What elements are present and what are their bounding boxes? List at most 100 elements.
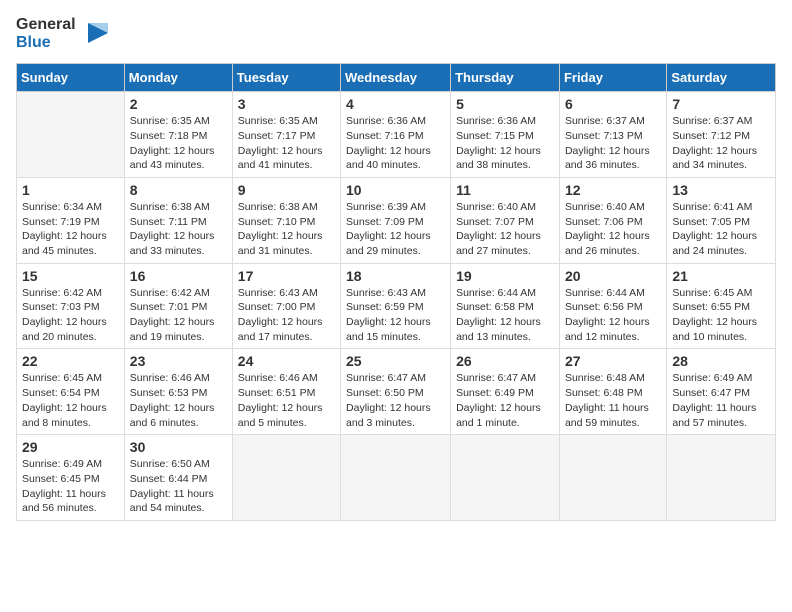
day-number: 30 — [130, 439, 227, 455]
day-info: Sunrise: 6:47 AM Sunset: 6:49 PM Dayligh… — [456, 371, 554, 430]
day-info: Sunrise: 6:42 AM Sunset: 7:03 PM Dayligh… — [22, 286, 119, 345]
calendar-cell: 12 Sunrise: 6:40 AM Sunset: 7:06 PM Dayli… — [559, 177, 666, 263]
day-number: 5 — [456, 96, 554, 112]
calendar-cell: 5 Sunrise: 6:36 AM Sunset: 7:15 PM Daylig… — [451, 92, 560, 178]
day-number: 12 — [565, 182, 661, 198]
day-number: 17 — [238, 268, 335, 284]
day-number: 23 — [130, 353, 227, 369]
day-info: Sunrise: 6:41 AM Sunset: 7:05 PM Dayligh… — [672, 200, 770, 259]
day-info: Sunrise: 6:40 AM Sunset: 7:06 PM Dayligh… — [565, 200, 661, 259]
day-info: Sunrise: 6:37 AM Sunset: 7:13 PM Dayligh… — [565, 114, 661, 173]
day-info: Sunrise: 6:42 AM Sunset: 7:01 PM Dayligh… — [130, 286, 227, 345]
day-number: 29 — [22, 439, 119, 455]
calendar-cell: 20Sunrise: 6:44 AM Sunset: 6:56 PM Dayli… — [559, 263, 666, 349]
column-header-saturday: Saturday — [667, 64, 776, 92]
day-info: Sunrise: 6:34 AM Sunset: 7:19 PM Dayligh… — [22, 200, 119, 259]
day-number: 25 — [346, 353, 445, 369]
calendar-cell: 8 Sunrise: 6:38 AM Sunset: 7:11 PM Daylig… — [124, 177, 232, 263]
day-info: Sunrise: 6:45 AM Sunset: 6:54 PM Dayligh… — [22, 371, 119, 430]
day-number: 18 — [346, 268, 445, 284]
day-number: 3 — [238, 96, 335, 112]
day-info: Sunrise: 6:36 AM Sunset: 7:16 PM Dayligh… — [346, 114, 445, 173]
calendar-cell: 25Sunrise: 6:47 AM Sunset: 6:50 PM Dayli… — [341, 349, 451, 435]
day-number: 11 — [456, 182, 554, 198]
day-number: 9 — [238, 182, 335, 198]
calendar-cell: 6 Sunrise: 6:37 AM Sunset: 7:13 PM Daylig… — [559, 92, 666, 178]
day-number: 1 — [22, 182, 119, 198]
day-number: 15 — [22, 268, 119, 284]
day-number: 2 — [130, 96, 227, 112]
day-number: 28 — [672, 353, 770, 369]
calendar-cell: 26 Sunrise: 6:47 AM Sunset: 6:49 PM Dayli… — [451, 349, 560, 435]
calendar-cell: 11 Sunrise: 6:40 AM Sunset: 7:07 PM Dayli… — [451, 177, 560, 263]
day-info: Sunrise: 6:35 AM Sunset: 7:17 PM Dayligh… — [238, 114, 335, 173]
calendar-cell: 1 Sunrise: 6:34 AM Sunset: 7:19 PM Daylig… — [17, 177, 125, 263]
logo-blue: Blue — [16, 34, 76, 52]
day-number: 16 — [130, 268, 227, 284]
calendar-cell: 23 Sunrise: 6:46 AM Sunset: 6:53 PM Dayli… — [124, 349, 232, 435]
logo-arrow-icon — [80, 19, 110, 49]
calendar-cell: 16 Sunrise: 6:42 AM Sunset: 7:01 PM Dayli… — [124, 263, 232, 349]
day-info: Sunrise: 6:35 AM Sunset: 7:18 PM Dayligh… — [130, 114, 227, 173]
calendar-cell: 22 Sunrise: 6:45 AM Sunset: 6:54 PM Dayli… — [17, 349, 125, 435]
page-header: General Blue — [16, 16, 776, 51]
column-header-friday: Friday — [559, 64, 666, 92]
calendar-cell — [559, 435, 666, 521]
day-number: 13 — [672, 182, 770, 198]
day-info: Sunrise: 6:39 AM Sunset: 7:09 PM Dayligh… — [346, 200, 445, 259]
day-number: 27 — [565, 353, 661, 369]
column-header-wednesday: Wednesday — [341, 64, 451, 92]
day-info: Sunrise: 6:43 AM Sunset: 7:00 PM Dayligh… — [238, 286, 335, 345]
column-header-thursday: Thursday — [451, 64, 560, 92]
day-info: Sunrise: 6:45 AM Sunset: 6:55 PM Dayligh… — [672, 286, 770, 345]
calendar-cell: 24 Sunrise: 6:46 AM Sunset: 6:51 PM Dayli… — [232, 349, 340, 435]
calendar-cell: 28 Sunrise: 6:49 AM Sunset: 6:47 PM Dayli… — [667, 349, 776, 435]
calendar-cell: 10Sunrise: 6:39 AM Sunset: 7:09 PM Dayli… — [341, 177, 451, 263]
day-number: 4 — [346, 96, 445, 112]
calendar-cell: 9 Sunrise: 6:38 AM Sunset: 7:10 PM Daylig… — [232, 177, 340, 263]
day-number: 20 — [565, 268, 661, 284]
calendar-cell: 15 Sunrise: 6:42 AM Sunset: 7:03 PM Dayli… — [17, 263, 125, 349]
day-number: 22 — [22, 353, 119, 369]
calendar-cell — [451, 435, 560, 521]
column-header-sunday: Sunday — [17, 64, 125, 92]
day-info: Sunrise: 6:36 AM Sunset: 7:15 PM Dayligh… — [456, 114, 554, 173]
day-info: Sunrise: 6:49 AM Sunset: 6:47 PM Dayligh… — [672, 371, 770, 430]
day-info: Sunrise: 6:38 AM Sunset: 7:10 PM Dayligh… — [238, 200, 335, 259]
column-header-tuesday: Tuesday — [232, 64, 340, 92]
calendar-cell: 19 Sunrise: 6:44 AM Sunset: 6:58 PM Dayli… — [451, 263, 560, 349]
day-info: Sunrise: 6:44 AM Sunset: 6:58 PM Dayligh… — [456, 286, 554, 345]
day-number: 7 — [672, 96, 770, 112]
day-info: Sunrise: 6:38 AM Sunset: 7:11 PM Dayligh… — [130, 200, 227, 259]
column-header-monday: Monday — [124, 64, 232, 92]
calendar-cell — [667, 435, 776, 521]
calendar-cell: 27 Sunrise: 6:48 AM Sunset: 6:48 PM Dayli… — [559, 349, 666, 435]
day-info: Sunrise: 6:48 AM Sunset: 6:48 PM Dayligh… — [565, 371, 661, 430]
logo-general: General — [16, 16, 76, 34]
day-info: Sunrise: 6:40 AM Sunset: 7:07 PM Dayligh… — [456, 200, 554, 259]
day-number: 19 — [456, 268, 554, 284]
day-number: 8 — [130, 182, 227, 198]
calendar-cell: 4 Sunrise: 6:36 AM Sunset: 7:16 PM Daylig… — [341, 92, 451, 178]
day-info: Sunrise: 6:50 AM Sunset: 6:44 PM Dayligh… — [130, 457, 227, 516]
day-info: Sunrise: 6:43 AM Sunset: 6:59 PM Dayligh… — [346, 286, 445, 345]
day-number: 6 — [565, 96, 661, 112]
calendar-table: SundayMondayTuesdayWednesdayThursdayFrid… — [16, 63, 776, 521]
calendar-cell: 3 Sunrise: 6:35 AM Sunset: 7:17 PM Daylig… — [232, 92, 340, 178]
calendar-cell: 17 Sunrise: 6:43 AM Sunset: 7:00 PM Dayli… — [232, 263, 340, 349]
day-info: Sunrise: 6:46 AM Sunset: 6:51 PM Dayligh… — [238, 371, 335, 430]
calendar-cell: 13 Sunrise: 6:41 AM Sunset: 7:05 PM Dayli… — [667, 177, 776, 263]
day-info: Sunrise: 6:46 AM Sunset: 6:53 PM Dayligh… — [130, 371, 227, 430]
calendar-cell: 29 Sunrise: 6:49 AM Sunset: 6:45 PM Dayli… — [17, 435, 125, 521]
calendar-cell: 18 Sunrise: 6:43 AM Sunset: 6:59 PM Dayli… — [341, 263, 451, 349]
day-number: 24 — [238, 353, 335, 369]
calendar-cell: 2 Sunrise: 6:35 AM Sunset: 7:18 PM Daylig… — [124, 92, 232, 178]
calendar-cell — [17, 92, 125, 178]
day-info: Sunrise: 6:37 AM Sunset: 7:12 PM Dayligh… — [672, 114, 770, 173]
calendar-cell: 30 Sunrise: 6:50 AM Sunset: 6:44 PM Dayli… — [124, 435, 232, 521]
day-number: 26 — [456, 353, 554, 369]
logo: General Blue — [16, 16, 110, 51]
calendar-cell — [232, 435, 340, 521]
calendar-cell: 7 Sunrise: 6:37 AM Sunset: 7:12 PM Daylig… — [667, 92, 776, 178]
day-info: Sunrise: 6:49 AM Sunset: 6:45 PM Dayligh… — [22, 457, 119, 516]
